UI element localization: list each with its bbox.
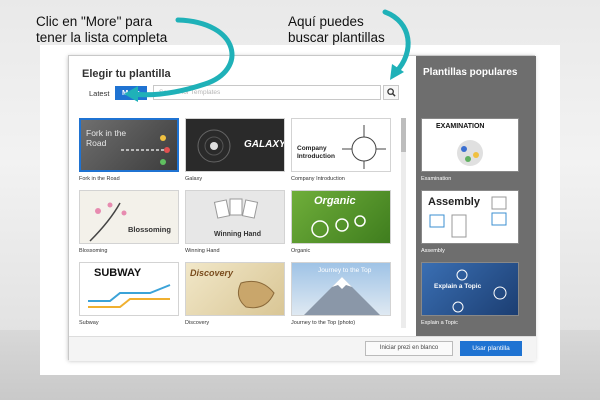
popular-template-label: Examination	[421, 176, 452, 182]
template-label: Company Introduction	[291, 176, 345, 182]
annotation-search-line1: Aquí puedes	[288, 14, 364, 29]
template-thumbnail: Explain a Topic	[421, 262, 519, 316]
popular-templates-title: Plantillas populares	[423, 67, 518, 78]
tab-more[interactable]: More	[115, 86, 147, 100]
search-button[interactable]	[383, 85, 399, 100]
search-icon	[387, 88, 396, 97]
template-journey-to-the-top[interactable]: Journey to the Top Journey to the Top (p…	[291, 262, 391, 326]
template-blossoming[interactable]: Blossoming Blossoming	[79, 190, 179, 254]
start-blank-prezi-button[interactable]: Iniciar prezi en blanco	[365, 341, 453, 356]
template-label: Blossoming	[79, 248, 108, 254]
thumbnail-title: GALAXY	[244, 139, 285, 150]
subway-art	[88, 284, 171, 308]
search-input[interactable]	[153, 85, 381, 100]
template-organic[interactable]: Organic Organic	[291, 190, 391, 254]
thumbnail-title: Blossoming	[128, 225, 171, 234]
template-thumbnail: Fork in the Road	[79, 118, 179, 172]
template-thumbnail: Blossoming	[79, 190, 179, 244]
dialog-footer: Iniciar prezi en blanco Usar plantilla	[69, 336, 536, 361]
examination-art	[457, 140, 483, 166]
template-label: Organic	[291, 248, 311, 254]
thumbnail-title: Winning Hand	[214, 231, 261, 238]
template-thumbnail: Journey to the Top	[291, 262, 391, 316]
template-galaxy[interactable]: GALAXY Galaxy	[185, 118, 285, 182]
dialog-title: Elegir tu plantilla	[82, 68, 171, 80]
template-subway[interactable]: SUBWAY Subway	[79, 262, 179, 326]
popular-templates-panel: Plantillas populares EXAMINATION Examina…	[416, 56, 536, 336]
template-discovery[interactable]: Discovery Discovery	[185, 262, 285, 326]
popular-template-explain-a-topic[interactable]: Explain a Topic Explain a Topic	[421, 262, 519, 326]
template-fork-in-the-road[interactable]: Fork in the Road Fork in the Road	[79, 118, 179, 182]
organic-art	[311, 215, 366, 238]
mountain-art	[304, 277, 380, 315]
template-winning-hand[interactable]: Winning Hand Winning Hand	[185, 190, 285, 254]
assembly-art	[429, 196, 507, 238]
template-label: Discovery	[185, 320, 210, 326]
tab-latest[interactable]: Latest	[89, 89, 109, 98]
annotation-search: Aquí puedes buscar plantillas	[288, 14, 438, 46]
grid-scrollbar-thumb[interactable]	[401, 118, 406, 152]
annotation-search-line2: buscar plantillas	[288, 30, 385, 45]
template-thumbnail: Company Introduction	[291, 118, 391, 172]
template-thumbnail: GALAXY	[185, 118, 285, 172]
popular-template-label: Assembly	[421, 248, 445, 254]
discovery-art	[237, 280, 275, 309]
template-thumbnail: Assembly	[421, 190, 519, 244]
template-label: Winning Hand	[185, 248, 220, 254]
template-grid: Fork in the Road Fork in the Road GALAXY…	[79, 118, 397, 328]
explain-topic-art	[452, 269, 507, 313]
template-thumbnail: SUBWAY	[79, 262, 179, 316]
template-thumbnail: Winning Hand	[185, 190, 285, 244]
template-thumbnail: EXAMINATION	[421, 118, 519, 172]
fork-road-art	[121, 135, 170, 165]
annotation-more-line1: Clic en "More" para	[36, 14, 153, 29]
company-art	[342, 125, 386, 169]
popular-template-label: Explain a Topic	[421, 320, 458, 326]
template-label: Subway	[79, 320, 99, 326]
popular-template-assembly[interactable]: Assembly Assembly	[421, 190, 519, 254]
template-label: Fork in the Road	[79, 176, 120, 182]
annotation-more-line2: tener la lista completa	[36, 30, 168, 45]
popular-template-examination[interactable]: EXAMINATION Examination	[421, 118, 519, 182]
template-label: Galaxy	[185, 176, 203, 182]
blossoming-art	[89, 202, 127, 242]
use-template-button[interactable]: Usar plantilla	[460, 341, 522, 356]
template-thumbnail: Organic	[291, 190, 391, 244]
template-thumbnail: Discovery	[185, 262, 285, 316]
annotation-more: Clic en "More" para tener la lista compl…	[36, 14, 206, 46]
template-label: Journey to the Top (photo)	[291, 320, 356, 326]
template-company-introduction[interactable]: Company Introduction Company Introductio…	[291, 118, 391, 182]
template-dialog: Elegir tu plantilla Latest More Fork in …	[68, 55, 536, 361]
